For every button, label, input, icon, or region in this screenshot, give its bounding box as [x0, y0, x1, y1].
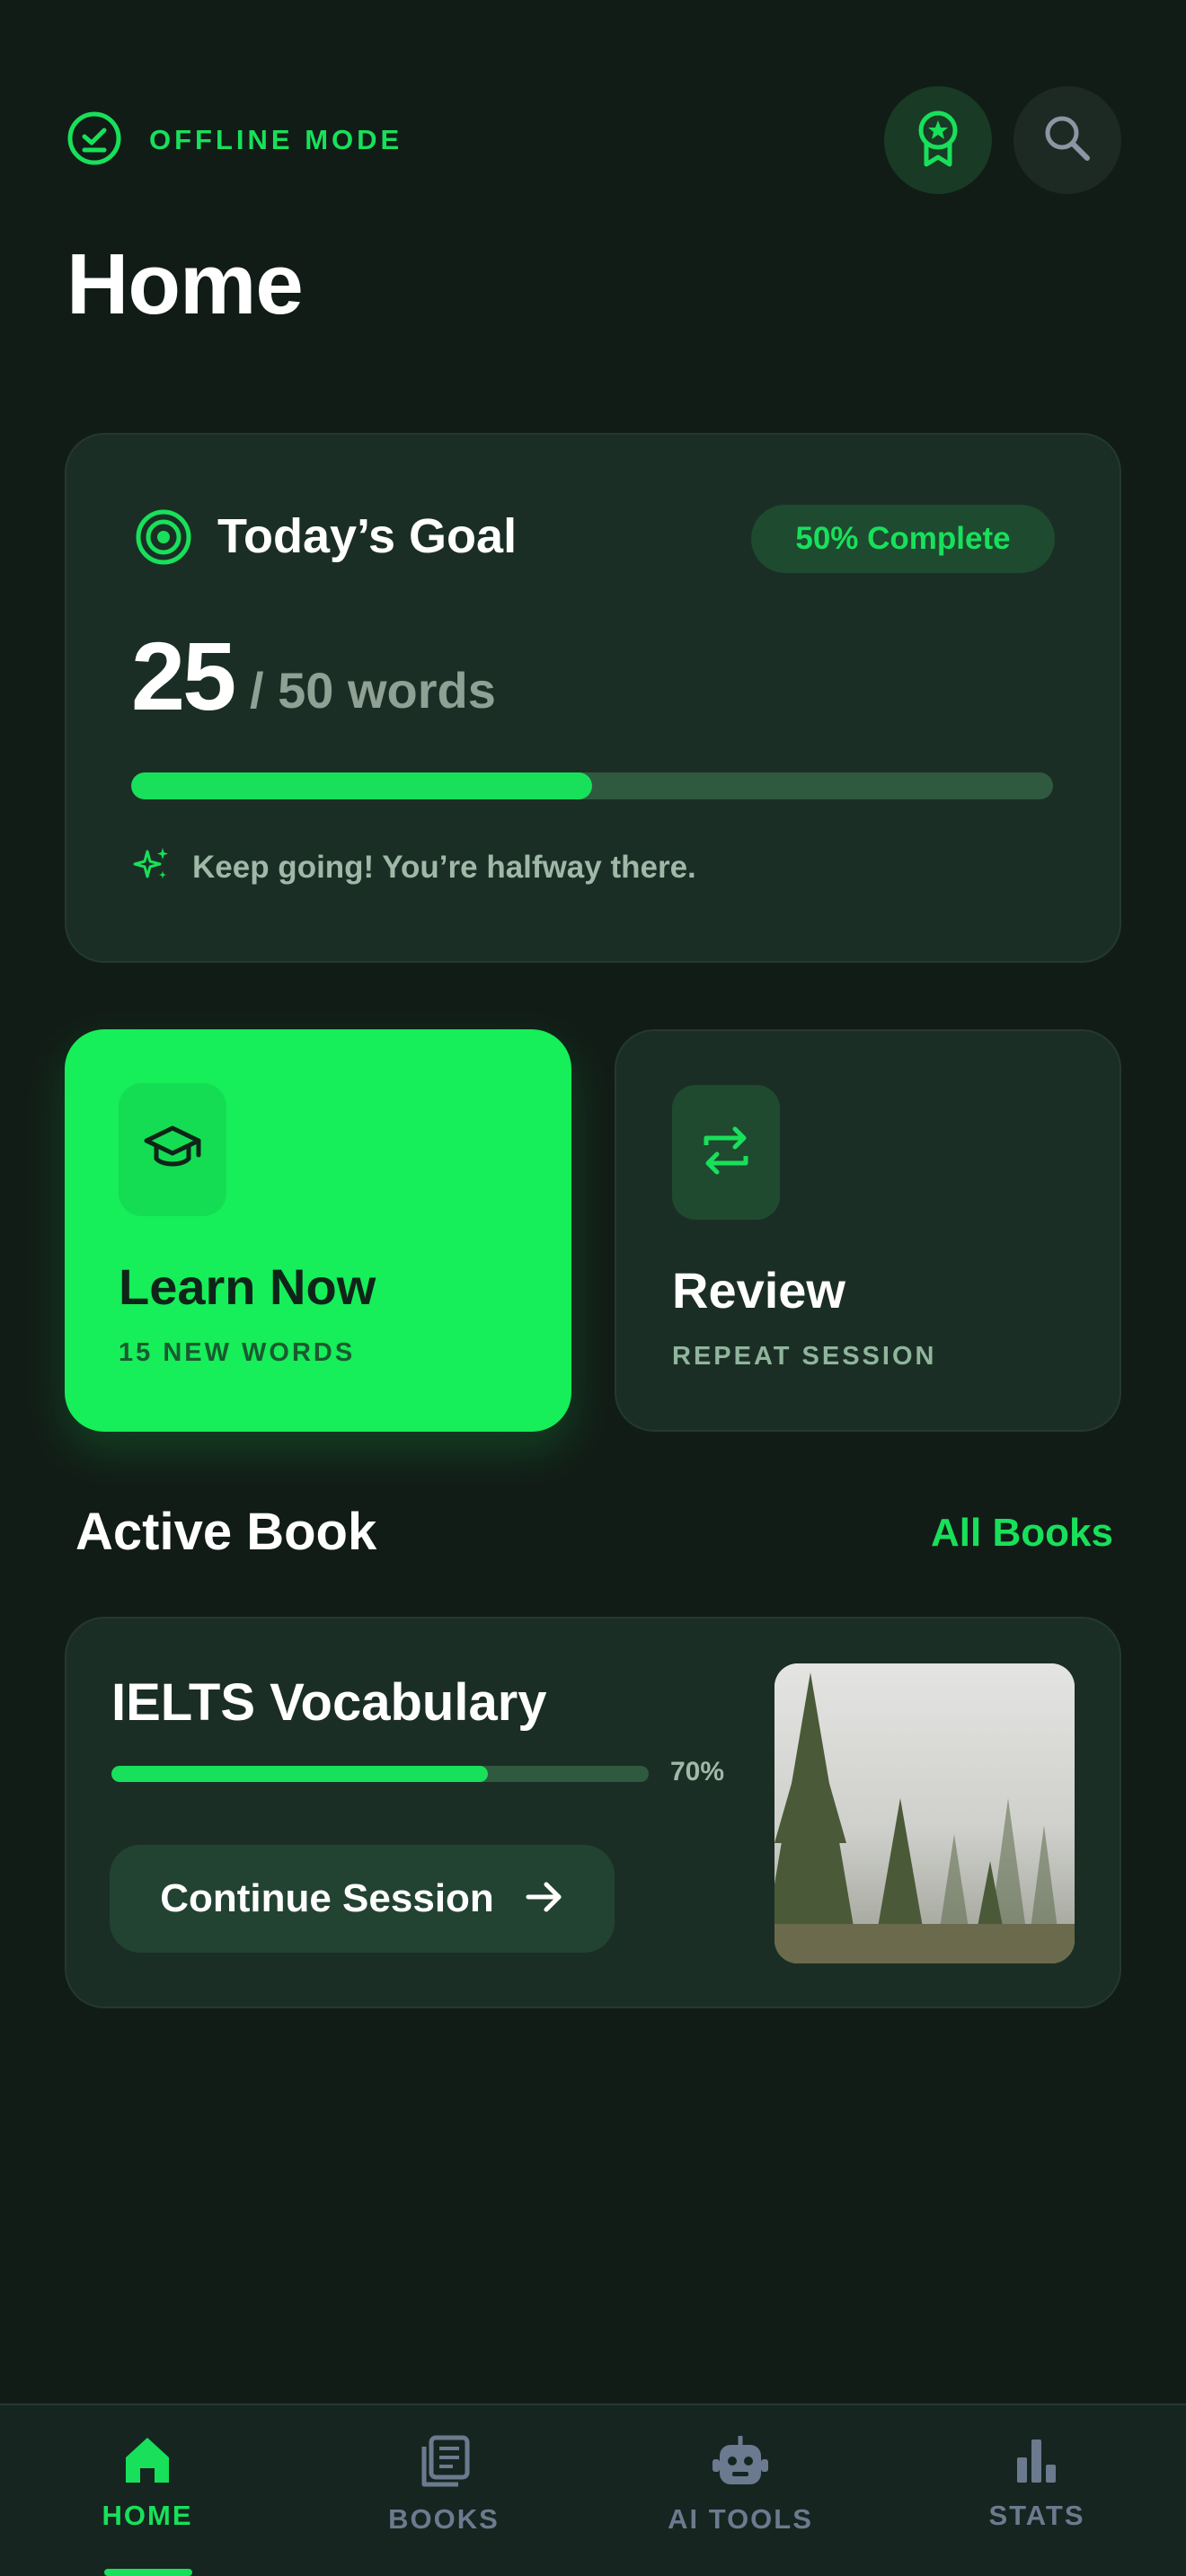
- nav-label-home: HOME: [102, 2500, 193, 2531]
- repeat-icon: [699, 1122, 753, 1184]
- offline-mode-label: OFFLINE MODE: [149, 124, 403, 155]
- book-cover-image: [774, 1663, 1075, 1963]
- review-title: Review: [672, 1262, 845, 1319]
- search-button[interactable]: [1013, 86, 1121, 194]
- robot-icon: [711, 2434, 770, 2492]
- review-subtitle: REPEAT SESSION: [672, 1342, 937, 1371]
- nav-item-books[interactable]: BOOKS: [327, 2434, 561, 2536]
- active-tab-indicator: [104, 2569, 192, 2576]
- nav-label-ai-tools: AI TOOLS: [668, 2503, 813, 2535]
- goal-current-count: 25: [131, 622, 236, 730]
- learn-icon-box: [119, 1083, 226, 1216]
- nav-item-home[interactable]: HOME: [31, 2434, 264, 2532]
- book-progress-bar: [111, 1766, 649, 1782]
- continue-session-button[interactable]: Continue Session: [110, 1845, 615, 1953]
- goal-title: Today’s Goal: [217, 509, 518, 563]
- goal-progress-bar: [131, 772, 1053, 799]
- nav-item-ai-tools[interactable]: AI TOOLS: [624, 2434, 857, 2536]
- learn-now-title: Learn Now: [119, 1258, 376, 1315]
- goal-total-label: / 50 words: [250, 662, 496, 719]
- graduation-cap-icon: [143, 1123, 202, 1178]
- book-title: IELTS Vocabulary: [111, 1673, 547, 1732]
- arrow-right-icon: [525, 1879, 564, 1919]
- check-circle-icon: [66, 110, 122, 171]
- offline-status: OFFLINE MODE: [66, 111, 403, 169]
- active-book-heading: Active Book: [75, 1503, 377, 1561]
- nav-label-stats: STATS: [988, 2500, 1085, 2531]
- continue-session-label: Continue Session: [160, 1876, 494, 1920]
- award-badge-icon: [911, 107, 965, 174]
- books-icon: [417, 2434, 471, 2492]
- bar-chart-icon: [1012, 2434, 1062, 2489]
- learn-now-subtitle: 15 NEW WORDS: [119, 1338, 356, 1367]
- nav-item-stats[interactable]: STATS: [920, 2434, 1154, 2532]
- goal-message: Keep going! You’re halfway there.: [133, 846, 696, 888]
- achievements-button[interactable]: [884, 86, 992, 194]
- goal-complete-badge: 50% Complete: [751, 505, 1055, 573]
- goal-message-text: Keep going! You’re halfway there.: [192, 849, 696, 885]
- nav-label-books: BOOKS: [388, 2503, 500, 2535]
- book-progress-fill: [111, 1766, 488, 1782]
- page-title: Home: [66, 236, 304, 332]
- review-icon-box: [672, 1085, 780, 1220]
- sparkle-icon: [133, 846, 171, 888]
- goal-progress-fill: [131, 772, 592, 799]
- home-icon: [122, 2434, 173, 2489]
- book-progress-label: 70%: [670, 1757, 725, 1786]
- all-books-link[interactable]: All Books: [931, 1511, 1113, 1556]
- target-icon: [135, 508, 192, 570]
- search-icon: [1040, 111, 1094, 170]
